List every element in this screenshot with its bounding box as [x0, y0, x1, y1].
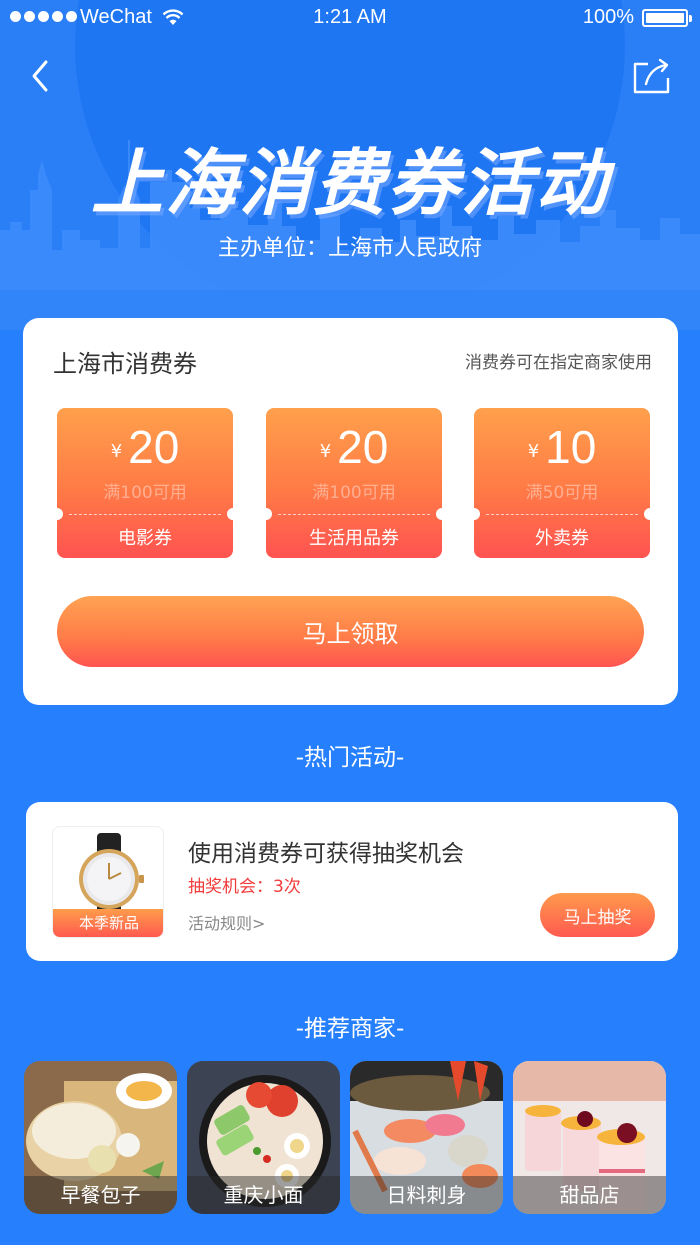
hot-activities-title: -热门活动- [295, 745, 405, 771]
draw-chances-text: 抽奖机会：3次 [188, 877, 301, 897]
recommended-merchants-title: -推荐商家- [295, 1016, 405, 1042]
coupon-card-title: 上海市消费券 [53, 350, 197, 378]
coupon-notch [436, 508, 442, 520]
battery-icon [642, 9, 692, 27]
coupon-condition: 满50可用 [525, 483, 599, 503]
coupon-name: 电影券 [118, 528, 172, 549]
coupon-condition: 满100可用 [103, 483, 187, 503]
currency-symbol: ¥ [527, 441, 540, 462]
coupon-daily-goods[interactable]: ¥20 满100可用 生活用品券 [266, 408, 442, 558]
draw-now-button[interactable]: 马上抽奖 [540, 893, 655, 937]
activity-title: 使用消费券可获得抽奖机会 [188, 841, 464, 867]
new-season-badge: 本季新品 [53, 909, 163, 937]
organizer-text: 主办单位：上海市人民政府 [217, 236, 482, 261]
claim-now-button[interactable]: 马上领取 [57, 596, 644, 667]
coupon-amount: 10 [545, 421, 597, 473]
coupon-takeout[interactable]: ¥10 满50可用 外卖券 [474, 408, 650, 558]
coupon-divider [69, 514, 221, 515]
chevron-left-icon[interactable] [26, 56, 56, 96]
currency-symbol: ¥ [319, 441, 332, 462]
coupon-notch [266, 508, 272, 520]
currency-symbol: ¥ [110, 441, 123, 462]
merchant-breakfast-buns[interactable]: 早餐包子 [24, 1061, 177, 1214]
merchant-japanese-sashimi[interactable]: 日料刺身 [350, 1061, 503, 1214]
share-icon[interactable] [632, 58, 672, 94]
coupon-divider [486, 514, 638, 515]
coupon-amount: 20 [128, 421, 180, 473]
merchant-label: 日料刺身 [350, 1176, 503, 1214]
status-bar: WeChat 1:21 AM 100% [0, 0, 700, 36]
coupon-notch [57, 508, 63, 520]
coupon-card-note: 消费券可在指定商家使用 [465, 353, 652, 373]
coupon-name: 生活用品券 [309, 528, 399, 549]
activity-card: 本季新品 使用消费券可获得抽奖机会 抽奖机会：3次 活动规则> 马上抽奖 [26, 802, 678, 961]
merchant-label: 重庆小面 [187, 1176, 340, 1214]
coupon-notch [227, 508, 233, 520]
coupon-card: 上海市消费券 消费券可在指定商家使用 ¥20 满100可用 电影券 ¥20 满1… [23, 318, 678, 705]
merchant-dessert-shop[interactable]: 甜品店 [513, 1061, 666, 1214]
merchant-chongqing-noodles[interactable]: 重庆小面 [187, 1061, 340, 1214]
coupon-name: 外卖券 [535, 528, 589, 549]
merchant-label: 早餐包子 [24, 1176, 177, 1214]
battery-percentage: 100% [582, 6, 634, 28]
coupon-condition: 满100可用 [312, 483, 396, 503]
watch-product-image: 本季新品 [52, 826, 164, 938]
coupon-movie[interactable]: ¥20 满100可用 电影券 [57, 408, 233, 558]
coupon-notch [644, 508, 650, 520]
coupon-divider [278, 514, 430, 515]
merchant-label: 甜品店 [513, 1176, 666, 1214]
coupon-notch [474, 508, 480, 520]
coupon-amount: 20 [337, 421, 389, 473]
hero-title: 上海消费券活动 [90, 141, 609, 225]
activity-rules-link[interactable]: 活动规则> [188, 910, 265, 934]
